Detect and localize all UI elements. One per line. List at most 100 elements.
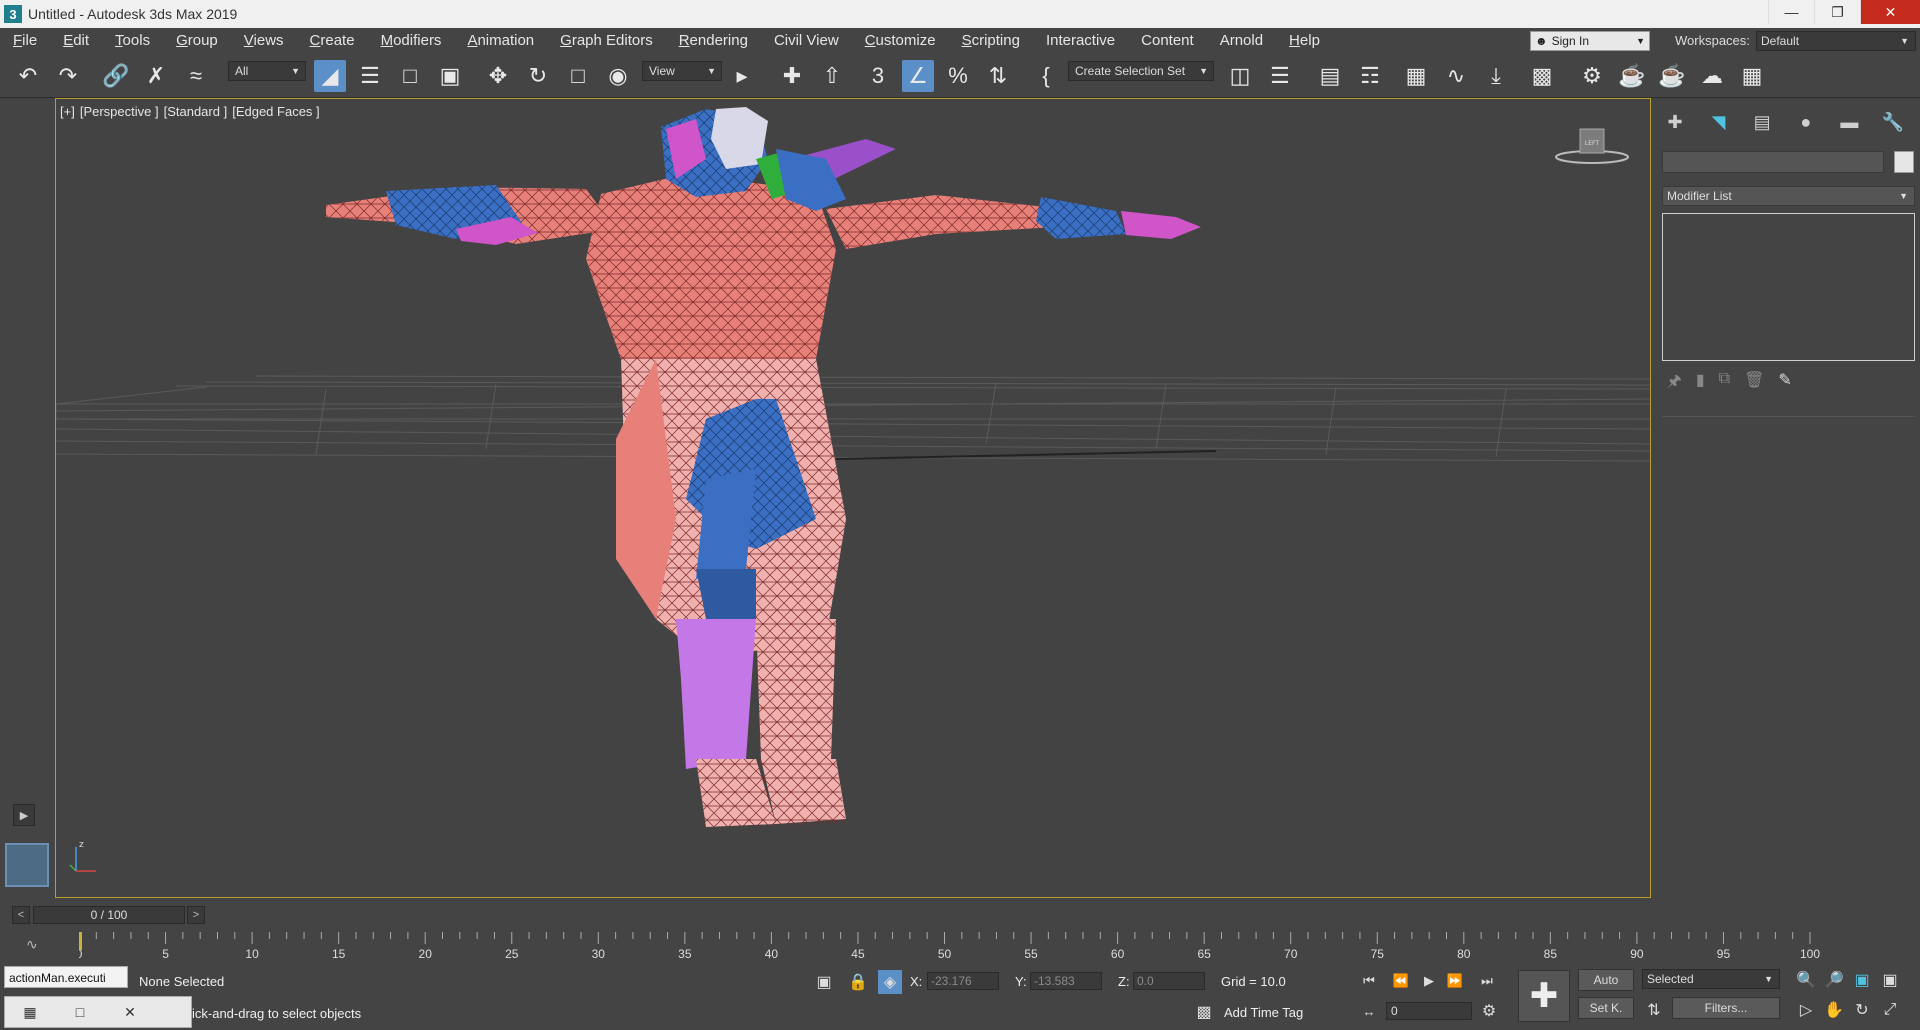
move-icon[interactable]: ✥: [482, 60, 514, 92]
curve-editor-icon[interactable]: ∿: [1440, 60, 1472, 92]
previous-frame-icon[interactable]: ⏪: [1390, 971, 1412, 991]
auto-key-button[interactable]: Auto: [1578, 969, 1634, 991]
expand-arrow-icon[interactable]: ▶: [13, 804, 35, 826]
percent-snap-icon[interactable]: %: [942, 60, 974, 92]
perspective-viewport[interactable]: [+] [Perspective ] [Standard ] [Edged Faces…: [55, 98, 1651, 898]
utilities-icon[interactable]: 🔧: [1877, 110, 1909, 134]
maximize-viewport-icon[interactable]: ⤢: [1878, 998, 1902, 1022]
field-of-view-icon[interactable]: ▷: [1794, 998, 1818, 1022]
window-crossing-icon[interactable]: ▣: [434, 60, 466, 92]
go-to-start-icon[interactable]: ⏮: [1358, 971, 1380, 991]
menu-rendering[interactable]: Rendering: [666, 28, 761, 54]
current-frame-field[interactable]: 0: [1386, 1002, 1472, 1020]
object-color-swatch[interactable]: [1894, 151, 1914, 173]
y-coord-field[interactable]: -13.583: [1030, 972, 1102, 990]
menu-graph-editors[interactable]: Graph Editors: [547, 28, 666, 54]
menu-civil-view[interactable]: Civil View: [761, 28, 852, 54]
time-tag-icon[interactable]: ▩: [1192, 1000, 1216, 1024]
reference-coordinate-dropdown[interactable]: View ▼: [642, 61, 722, 81]
time-slider-thumb[interactable]: 0 / 100: [33, 906, 185, 924]
zoom-extents-icon[interactable]: ▣: [1850, 968, 1874, 992]
go-to-end-icon[interactable]: ⏭: [1476, 971, 1498, 991]
menu-group[interactable]: Group: [163, 28, 231, 54]
menu-customize[interactable]: Customize: [852, 28, 949, 54]
x-coord-field[interactable]: -23.176: [927, 972, 999, 990]
select-object-icon[interactable]: ◢: [314, 60, 346, 92]
viewport-label[interactable]: [+] [Perspective ] [Standard ] [Edged Faces…: [60, 104, 325, 119]
restore-button[interactable]: ❐: [1814, 0, 1860, 24]
viewport-menu-plus[interactable]: [+]: [60, 104, 75, 119]
mirror-icon[interactable]: ◫: [1224, 60, 1256, 92]
menu-edit[interactable]: Edit: [50, 28, 102, 54]
track-ruler[interactable]: 0510152025303540455055606570758085909510…: [79, 932, 1850, 962]
motion-icon[interactable]: ●: [1790, 110, 1822, 134]
material-editor-icon[interactable]: ▩: [1526, 60, 1558, 92]
maxscript-listener-field[interactable]: actionMan.executi: [4, 966, 128, 988]
viewport-layout-thumbnail[interactable]: [5, 843, 49, 887]
menu-file[interactable]: File: [0, 28, 50, 54]
modifier-stack[interactable]: [1662, 213, 1915, 361]
scale-icon[interactable]: □: [562, 60, 594, 92]
schematic-view-icon[interactable]: ⤓: [1480, 60, 1512, 92]
zoom-all-icon[interactable]: 🔎: [1822, 968, 1846, 992]
key-mode-toggle-icon[interactable]: ↔: [1358, 1001, 1380, 1021]
angle-snap-icon[interactable]: ∠: [902, 60, 934, 92]
play-icon[interactable]: ▶: [1418, 971, 1440, 991]
absolute-mode-icon[interactable]: ◈: [878, 970, 902, 994]
menu-interactive[interactable]: Interactive: [1033, 28, 1128, 54]
rectangle-selection-icon[interactable]: □: [394, 60, 426, 92]
spinner-snap-icon[interactable]: ⇅: [982, 60, 1014, 92]
selection-lock-icon[interactable]: 🔒: [846, 970, 870, 994]
remove-modifier-icon[interactable]: 🗑: [1744, 370, 1764, 392]
render-shortcuts-icon[interactable]: ▦: [1736, 60, 1768, 92]
menu-animation[interactable]: Animation: [454, 28, 547, 54]
minimize-button[interactable]: —: [1768, 0, 1814, 24]
snaps-toggle-icon[interactable]: 3: [862, 60, 894, 92]
undo-icon[interactable]: ↶: [12, 60, 44, 92]
unlink-icon[interactable]: ✗: [140, 60, 172, 92]
filters-button[interactable]: Filters...: [1672, 997, 1780, 1019]
configure-modifier-sets-icon[interactable]: ✎: [1778, 370, 1791, 392]
track-bar[interactable]: ∿ 05101520253035404550556065707580859095…: [0, 932, 1920, 962]
set-key-big-icon[interactable]: ✚: [1518, 970, 1570, 1022]
app-icon[interactable]: ▦: [5, 1004, 55, 1021]
app-icon[interactable]: 3: [4, 5, 22, 23]
orbit-icon[interactable]: ↻: [1850, 998, 1874, 1022]
viewcube-icon[interactable]: LEFT: [1552, 119, 1632, 169]
modifier-list-dropdown[interactable]: Modifier List ▼: [1662, 186, 1915, 206]
select-manipulate-icon[interactable]: ✚: [776, 60, 808, 92]
rotate-icon[interactable]: ↻: [522, 60, 554, 92]
sign-in-dropdown[interactable]: ☻ Sign In ▼: [1530, 31, 1650, 51]
modify-icon[interactable]: ◥: [1703, 110, 1735, 134]
menu-modifiers[interactable]: Modifiers: [368, 28, 455, 54]
menu-help[interactable]: Help: [1276, 28, 1333, 54]
show-end-result-icon[interactable]: ▮: [1696, 370, 1705, 392]
viewport-shading-standard[interactable]: [Standard ]: [164, 104, 228, 119]
layer-explorer-icon[interactable]: ☶: [1354, 60, 1386, 92]
rendered-frame-window-icon[interactable]: ☕: [1616, 60, 1648, 92]
make-unique-icon[interactable]: ⧉: [1719, 370, 1730, 392]
pin-stack-icon[interactable]: 🖈: [1667, 370, 1682, 392]
create-icon[interactable]: ✚: [1659, 110, 1691, 134]
time-configuration-icon[interactable]: ⚙: [1477, 999, 1501, 1023]
viewport-pov-label[interactable]: [Perspective ]: [80, 104, 159, 119]
z-coord-field[interactable]: 0.0: [1133, 972, 1205, 990]
hierarchy-icon[interactable]: ▤: [1746, 110, 1778, 134]
current-frame-marker[interactable]: [79, 932, 82, 950]
isolate-selection-icon[interactable]: ▣: [812, 970, 836, 994]
selection-filter-dropdown[interactable]: All ▼: [228, 61, 306, 81]
scene-explorer-icon[interactable]: ▤: [1314, 60, 1346, 92]
selection-set-dropdown[interactable]: Create Selection Set ▼: [1068, 61, 1214, 81]
bind-space-warp-icon[interactable]: ≈: [180, 60, 212, 92]
menu-tools[interactable]: Tools: [102, 28, 163, 54]
menu-views[interactable]: Views: [231, 28, 297, 54]
viewport-shading-edged-faces[interactable]: [Edged Faces ]: [232, 104, 319, 119]
align-icon[interactable]: ☰: [1264, 60, 1296, 92]
menu-content[interactable]: Content: [1128, 28, 1207, 54]
menu-arnold[interactable]: Arnold: [1207, 28, 1276, 54]
zoom-extents-all-icon[interactable]: ▣: [1878, 968, 1902, 992]
toggle-ribbon-icon[interactable]: ▦: [1400, 60, 1432, 92]
render-production-icon[interactable]: ☕: [1656, 60, 1688, 92]
render-in-cloud-icon[interactable]: ☁: [1696, 60, 1728, 92]
pivot-icon[interactable]: ▸: [726, 60, 758, 92]
